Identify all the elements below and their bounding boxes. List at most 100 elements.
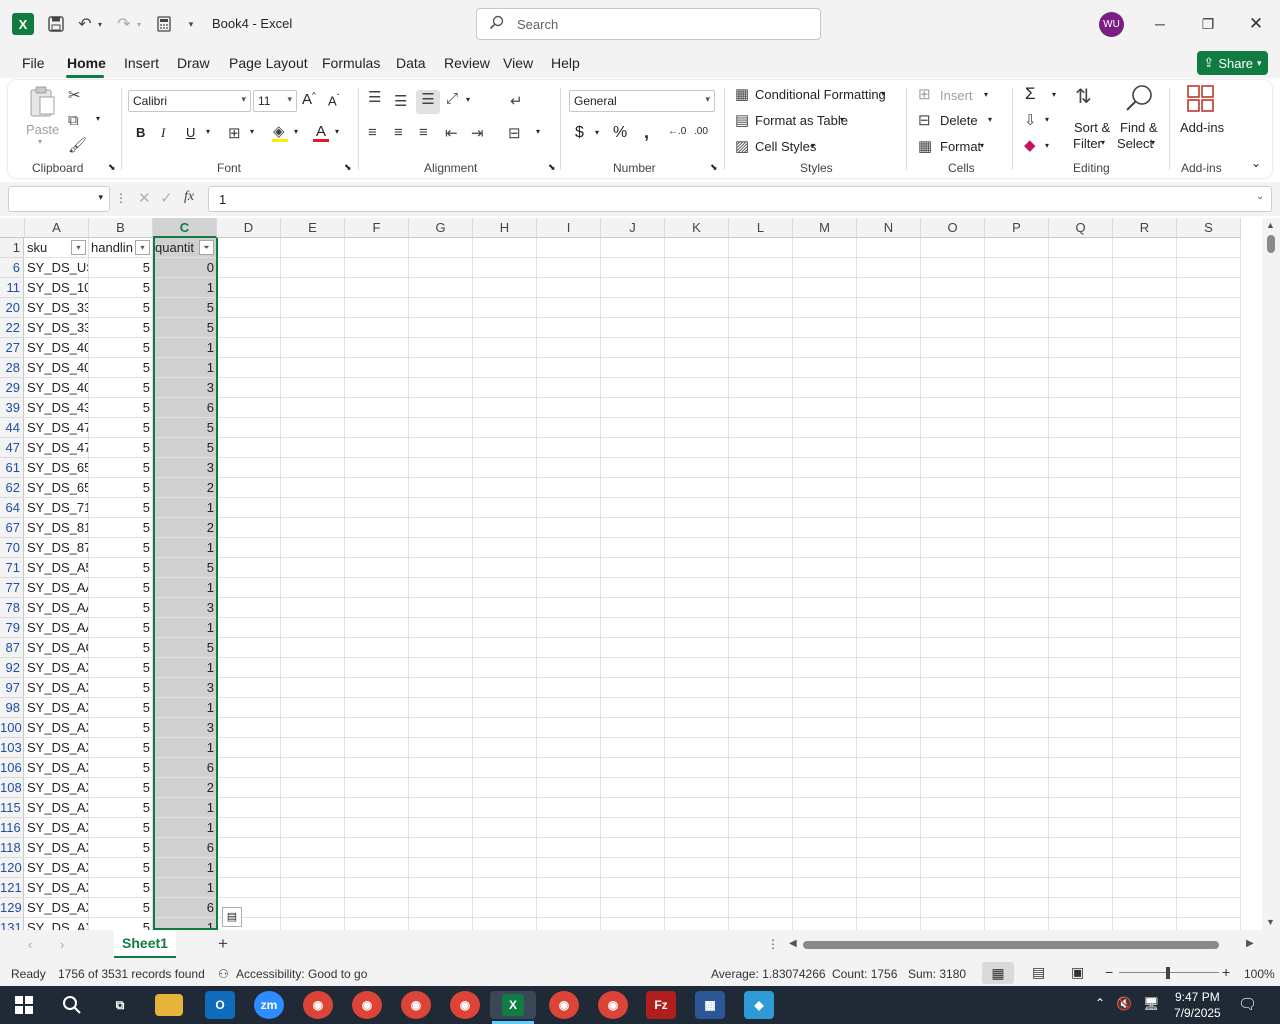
header-cell[interactable] <box>537 238 601 258</box>
table-cell[interactable]: SY_DS_713 <box>25 498 89 518</box>
chrome-icon[interactable]: ◉ <box>352 991 382 1019</box>
table-cell[interactable] <box>793 438 857 458</box>
table-cell[interactable] <box>537 778 601 798</box>
scroll-down-icon[interactable]: ▼ <box>1266 917 1275 927</box>
table-cell[interactable] <box>217 498 281 518</box>
table-cell[interactable]: 5 <box>153 298 217 318</box>
fill-icon[interactable]: ⇩ <box>1024 111 1037 129</box>
table-cell[interactable] <box>409 258 473 278</box>
zoom-out-icon[interactable]: − <box>1105 964 1113 980</box>
table-cell[interactable]: SY_DS_658 <box>25 478 89 498</box>
table-cell[interactable] <box>409 878 473 898</box>
table-cell[interactable] <box>537 538 601 558</box>
table-cell[interactable] <box>281 578 345 598</box>
table-cell[interactable] <box>729 658 793 678</box>
table-cell[interactable]: SY_DS_470 <box>25 438 89 458</box>
table-cell[interactable] <box>793 458 857 478</box>
table-cell[interactable] <box>985 398 1049 418</box>
column-header[interactable]: F <box>345 218 409 238</box>
table-cell[interactable] <box>665 338 729 358</box>
table-cell[interactable] <box>857 778 921 798</box>
table-cell[interactable] <box>1049 698 1113 718</box>
table-cell[interactable]: 5 <box>89 918 153 930</box>
column-header[interactable]: O <box>921 218 985 238</box>
table-cell[interactable] <box>1177 438 1241 458</box>
table-cell[interactable] <box>281 398 345 418</box>
table-cell[interactable]: 5 <box>89 598 153 618</box>
table-cell[interactable] <box>281 498 345 518</box>
table-cell[interactable] <box>345 638 409 658</box>
row-header[interactable]: 120 <box>0 858 24 878</box>
format-as-table-button[interactable]: Format as Table <box>755 113 848 128</box>
table-cell[interactable] <box>665 498 729 518</box>
table-cell[interactable] <box>985 758 1049 778</box>
table-cell[interactable] <box>345 698 409 718</box>
table-cell[interactable] <box>857 678 921 698</box>
table-cell[interactable] <box>857 258 921 278</box>
table-cell[interactable] <box>985 418 1049 438</box>
table-cell[interactable]: 6 <box>153 758 217 778</box>
table-cell[interactable] <box>729 678 793 698</box>
table-cell[interactable] <box>1177 598 1241 618</box>
table-cell[interactable]: SY_DS_872 <box>25 538 89 558</box>
table-cell[interactable] <box>601 778 665 798</box>
table-cell[interactable] <box>985 638 1049 658</box>
table-cell[interactable] <box>217 578 281 598</box>
paste-icon[interactable] <box>28 86 56 118</box>
table-cell[interactable] <box>921 718 985 738</box>
table-cell[interactable] <box>857 658 921 678</box>
table-cell[interactable] <box>473 898 537 918</box>
table-cell[interactable]: 1 <box>153 738 217 758</box>
table-cell[interactable] <box>281 278 345 298</box>
column-header[interactable]: H <box>473 218 537 238</box>
table-cell[interactable] <box>729 798 793 818</box>
table-cell[interactable] <box>1049 678 1113 698</box>
table-cell[interactable] <box>409 618 473 638</box>
chevron-down-icon[interactable]: ▾ <box>1045 115 1049 124</box>
table-cell[interactable] <box>217 878 281 898</box>
tab-formulas[interactable]: Formulas <box>322 55 380 71</box>
table-cell[interactable] <box>217 818 281 838</box>
table-cell[interactable] <box>281 378 345 398</box>
table-cell[interactable] <box>1113 858 1177 878</box>
tab-draw[interactable]: Draw <box>177 55 210 71</box>
table-cell[interactable] <box>345 538 409 558</box>
merge-center-icon[interactable]: ⊟ <box>508 124 521 142</box>
table-cell[interactable] <box>537 498 601 518</box>
column-header[interactable]: P <box>985 218 1049 238</box>
table-cell[interactable] <box>729 438 793 458</box>
table-cell[interactable] <box>857 458 921 478</box>
row-header[interactable]: 100 <box>0 718 24 738</box>
table-cell[interactable]: 5 <box>89 698 153 718</box>
table-cell[interactable] <box>345 858 409 878</box>
table-cell[interactable] <box>217 838 281 858</box>
table-cell[interactable] <box>793 478 857 498</box>
table-cell[interactable] <box>793 378 857 398</box>
table-cell[interactable] <box>985 278 1049 298</box>
table-cell[interactable] <box>985 558 1049 578</box>
zoom-slider-thumb[interactable] <box>1166 967 1170 979</box>
tab-view[interactable]: View <box>503 55 533 71</box>
table-cell[interactable] <box>1049 558 1113 578</box>
table-cell[interactable] <box>921 558 985 578</box>
table-cell[interactable] <box>217 338 281 358</box>
table-cell[interactable] <box>921 438 985 458</box>
table-cell[interactable] <box>1113 318 1177 338</box>
table-cell[interactable]: 2 <box>153 518 217 538</box>
paste-button[interactable]: Paste <box>26 122 59 137</box>
table-cell[interactable] <box>537 638 601 658</box>
table-cell[interactable] <box>857 838 921 858</box>
table-cell[interactable] <box>857 418 921 438</box>
redo-icon[interactable]: ↷ <box>115 12 133 36</box>
table-cell[interactable] <box>985 918 1049 930</box>
table-cell[interactable] <box>217 438 281 458</box>
table-cell[interactable] <box>1113 378 1177 398</box>
row-header[interactable]: 78 <box>0 598 24 618</box>
table-cell[interactable] <box>409 498 473 518</box>
table-cell[interactable] <box>985 458 1049 478</box>
table-cell[interactable] <box>1049 458 1113 478</box>
table-cell[interactable] <box>409 518 473 538</box>
table-cell[interactable]: 1 <box>153 338 217 358</box>
chevron-down-icon[interactable]: ▾ <box>811 141 815 150</box>
table-cell[interactable] <box>729 558 793 578</box>
